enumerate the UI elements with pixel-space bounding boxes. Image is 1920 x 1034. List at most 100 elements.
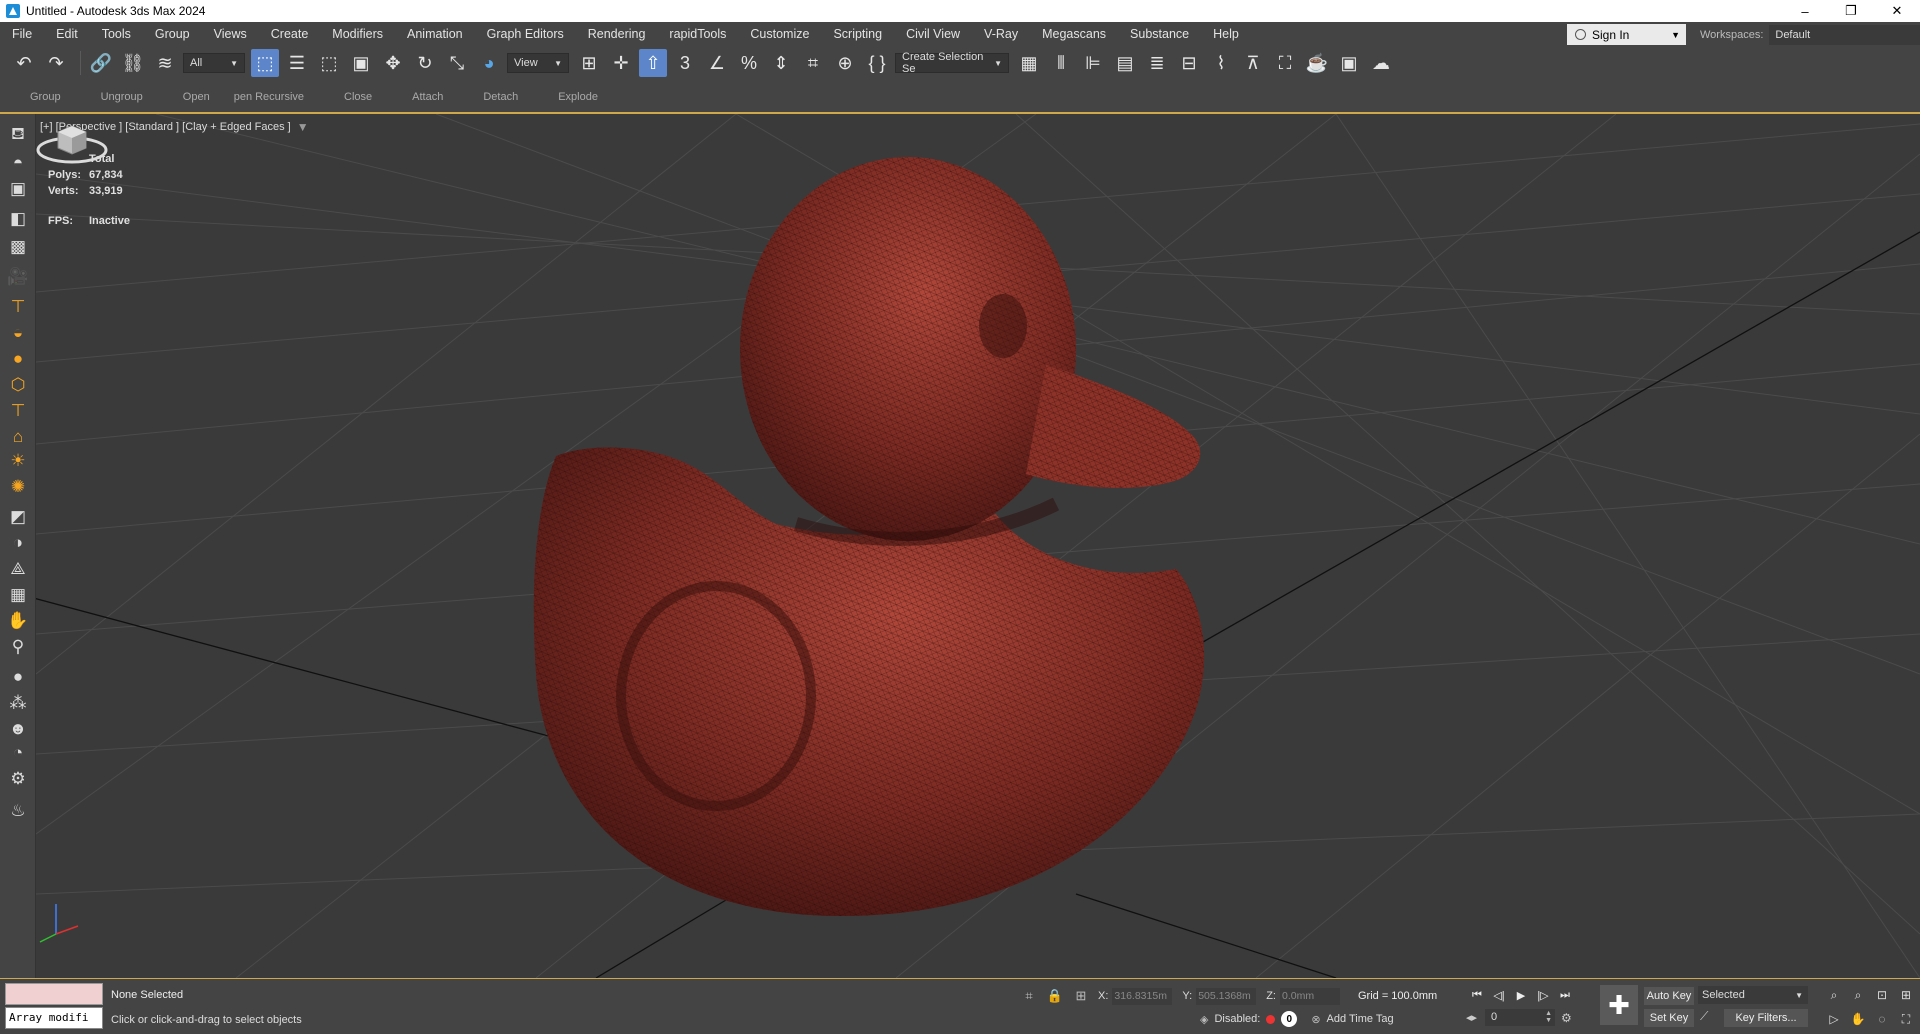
orbit-icon[interactable]: ◌ xyxy=(1870,1007,1894,1031)
proxy-icon[interactable]: ◩ xyxy=(5,504,31,530)
menu-create[interactable]: Create xyxy=(259,22,321,46)
field-of-view-icon[interactable]: ▷ xyxy=(1822,1007,1846,1031)
absolute-mode-icon[interactable]: ⊞ xyxy=(1072,987,1090,1005)
time-config-icon[interactable]: ⚙ xyxy=(1561,1011,1572,1025)
sphere-icon[interactable]: ◓ xyxy=(5,150,31,176)
selection-filter-dropdown[interactable]: All ▼ xyxy=(183,53,245,73)
render-production-icon[interactable]: ▣ xyxy=(1335,49,1363,77)
z-coordinate-field[interactable]: 0.0mm xyxy=(1279,987,1340,1005)
adaptive-degradation-icon[interactable]: ◈ xyxy=(1200,1013,1208,1026)
menu-tools[interactable]: Tools xyxy=(90,22,143,46)
menu-civil-view[interactable]: Civil View xyxy=(894,22,972,46)
play-icon[interactable]: ▶ xyxy=(1510,985,1532,1005)
light-icon[interactable]: ▩ xyxy=(5,234,31,260)
workspaces-dropdown[interactable]: Default ▼ xyxy=(1769,24,1920,45)
percent-snap-icon[interactable]: % xyxy=(735,49,763,77)
ies-light-icon[interactable]: ⊤ xyxy=(5,398,31,424)
scatter-icon[interactable]: ⚲ xyxy=(5,634,31,660)
render-iterative-icon[interactable]: ☁ xyxy=(1367,49,1395,77)
select-and-move-icon[interactable]: ✥ xyxy=(379,49,407,77)
skull-icon[interactable]: ☻ xyxy=(5,716,31,742)
menu-vray[interactable]: V-Ray xyxy=(972,22,1030,46)
render-elements-icon[interactable]: ◔ xyxy=(5,740,31,766)
ribbon-ungroup[interactable]: Ungroup xyxy=(101,91,143,103)
snaps-toggle-icon[interactable]: 3 xyxy=(671,49,699,77)
x-coordinate-field[interactable]: 316.8315m xyxy=(1112,987,1173,1005)
go-to-start-icon[interactable]: ⏮ xyxy=(1466,985,1488,1005)
ribbon-open-recursive[interactable]: pen Recursive xyxy=(234,91,304,103)
spotlight-icon[interactable]: ⊤ xyxy=(5,294,31,320)
set-key-button[interactable]: Set Key xyxy=(1644,1009,1694,1027)
key-filters-button[interactable]: Key Filters... xyxy=(1724,1009,1808,1027)
set-keys-icon[interactable]: ✚ xyxy=(1600,985,1638,1025)
filter-icon[interactable]: ▼ xyxy=(297,120,309,134)
edit-named-selection-icon[interactable]: ⌗ xyxy=(799,49,827,77)
multi-material-icon[interactable]: ⁂ xyxy=(5,690,31,716)
isolate-icon[interactable]: ⌗ xyxy=(1020,987,1038,1005)
window-crossing-icon[interactable]: ▣ xyxy=(347,49,375,77)
app-icon[interactable] xyxy=(6,4,20,18)
ribbon-attach[interactable]: Attach xyxy=(412,91,443,103)
pan-view-icon[interactable]: ✋ xyxy=(1846,1007,1870,1031)
next-frame-icon[interactable]: |▷ xyxy=(1532,985,1554,1005)
undo-icon[interactable]: ↶ xyxy=(10,49,38,77)
spinner-snap-icon[interactable]: ⇕ xyxy=(767,49,795,77)
y-coordinate-field[interactable]: 505.1368m xyxy=(1196,987,1257,1005)
sun-icon[interactable]: ☀ xyxy=(5,448,31,474)
rectangular-selection-icon[interactable]: ⬚ xyxy=(315,49,343,77)
curve-editor-icon[interactable]: ⊟ xyxy=(1175,49,1203,77)
pivot-center-icon[interactable]: ⊞ xyxy=(575,49,603,77)
ambient-light-icon[interactable]: ⌂ xyxy=(5,424,31,450)
schematic-view-icon[interactable]: ⌇ xyxy=(1207,49,1235,77)
selection-lock-icon[interactable]: 🔒 xyxy=(1046,987,1064,1005)
menu-substance[interactable]: Substance xyxy=(1118,22,1201,46)
named-selection-sets-icon[interactable]: { } xyxy=(863,49,891,77)
menu-edit[interactable]: Edit xyxy=(44,22,90,46)
default-in-out-tangent-icon[interactable]: ⟋ xyxy=(1700,1009,1718,1027)
menu-customize[interactable]: Customize xyxy=(738,22,821,46)
minimize-button[interactable]: – xyxy=(1782,0,1828,22)
dome-light-icon[interactable]: ◒ xyxy=(5,320,31,346)
menu-modifiers[interactable]: Modifiers xyxy=(320,22,395,46)
sign-in-button[interactable]: Sign In ▼ xyxy=(1567,24,1686,45)
current-frame-field[interactable]: 0 ▲ ▼ xyxy=(1485,1009,1556,1026)
ribbon-explode[interactable]: Explode xyxy=(558,91,598,103)
select-and-rotate-icon[interactable]: ↻ xyxy=(411,49,439,77)
zoom-icon[interactable]: ⌕ xyxy=(1822,983,1846,1007)
menu-help[interactable]: Help xyxy=(1201,22,1251,46)
menu-scripting[interactable]: Scripting xyxy=(821,22,894,46)
keyboard-shortcut-override-icon[interactable]: ⇧ xyxy=(639,49,667,77)
unlink-selection-icon[interactable]: ⛓ xyxy=(119,49,147,77)
material-editor-icon[interactable]: ⊼ xyxy=(1239,49,1267,77)
align-icon[interactable]: ⊫ xyxy=(1079,49,1107,77)
key-mode-icon[interactable]: ◂▸ xyxy=(1466,1011,1477,1024)
close-button[interactable]: ✕ xyxy=(1874,0,1920,22)
sky-icon[interactable]: ✺ xyxy=(5,474,31,500)
material-icon[interactable]: ● xyxy=(5,664,31,690)
ribbon-close[interactable]: Close xyxy=(344,91,372,103)
mesh-light-icon[interactable]: ⬡ xyxy=(5,372,31,398)
plane-icon[interactable]: ⟁ xyxy=(5,556,31,582)
named-selection-dropdown[interactable]: Create Selection Se ▼ xyxy=(895,51,1009,75)
isolate-selection-icon[interactable]: ⊕ xyxy=(831,49,859,77)
maximize-viewport-icon[interactable]: ⛶ xyxy=(1894,1007,1918,1031)
menu-megascans[interactable]: Megascans xyxy=(1030,22,1118,46)
toggle-layer-explorer-icon[interactable]: ▤ xyxy=(1111,49,1139,77)
auto-key-button[interactable]: Auto Key xyxy=(1644,987,1694,1005)
film-camera-icon[interactable]: 🎥 xyxy=(5,264,31,290)
ribbon-group[interactable]: Group xyxy=(30,91,61,103)
render-setup-icon[interactable]: ⛶ xyxy=(1271,49,1299,77)
mirror-icon[interactable]: ⫴ xyxy=(1047,49,1075,77)
settings-icon[interactable]: ⚙ xyxy=(5,766,31,792)
spinner-icon[interactable]: ▲ ▼ xyxy=(1545,1010,1552,1024)
sphere-light-icon[interactable]: ● xyxy=(5,346,31,372)
menu-file[interactable]: File xyxy=(0,22,44,46)
toggle-scene-explorer-icon[interactable]: ▦ xyxy=(1015,49,1043,77)
camera-icon[interactable]: ◧ xyxy=(5,206,31,232)
viewcube-icon[interactable] xyxy=(36,114,108,168)
select-and-scale-icon[interactable]: ⤡ xyxy=(443,49,471,77)
menu-graph-editors[interactable]: Graph Editors xyxy=(475,22,576,46)
ribbon-detach[interactable]: Detach xyxy=(483,91,518,103)
add-time-tag[interactable]: Add Time Tag xyxy=(1327,1013,1394,1025)
menu-animation[interactable]: Animation xyxy=(395,22,475,46)
